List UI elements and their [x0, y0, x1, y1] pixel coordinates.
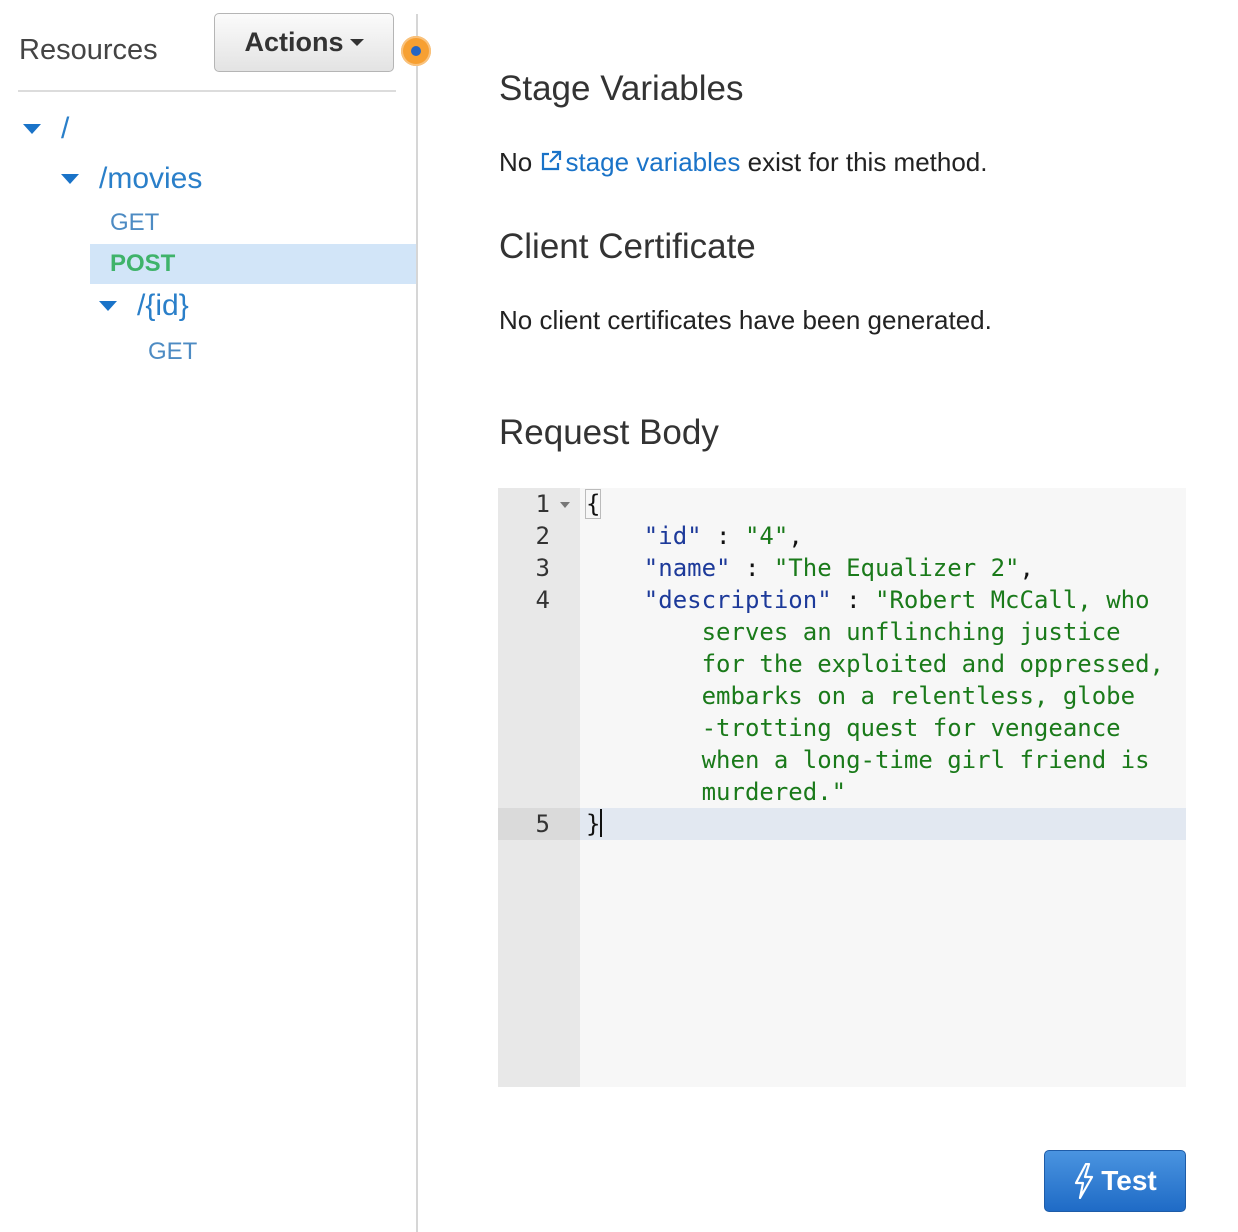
code-token: }	[586, 810, 601, 838]
method-get-id[interactable]: GET	[148, 338, 197, 366]
stage-variables-heading: Stage Variables	[499, 69, 744, 108]
stage-variables-link[interactable]: stage variables	[539, 147, 740, 177]
tree-node-movies[interactable]: /movies	[61, 162, 202, 196]
code-token: when a long-time girl friend is	[701, 746, 1150, 774]
code-token: -trotting quest for vengeance	[701, 714, 1121, 742]
code-token: serves an unflinching justice	[701, 618, 1121, 646]
resources-title: Resources	[19, 34, 158, 66]
code-token: "Robert McCall, who	[875, 586, 1150, 614]
expand-triangle-icon[interactable]	[23, 124, 41, 134]
line-number: 5	[535, 810, 550, 838]
line-number: 4	[535, 586, 550, 614]
code-token: {	[584, 489, 602, 519]
request-body-heading: Request Body	[499, 413, 719, 452]
expand-triangle-icon[interactable]	[61, 174, 79, 184]
client-certificate-heading: Client Certificate	[499, 227, 756, 266]
code-token: "description"	[643, 586, 832, 614]
lightning-icon	[1075, 1163, 1094, 1199]
pane-divider[interactable]	[416, 14, 418, 1232]
code-token: murdered."	[701, 778, 847, 806]
code-token: "The Equalizer 2"	[773, 554, 1020, 582]
actions-button[interactable]: Actions	[214, 13, 394, 72]
tree-node-id[interactable]: /{id}	[99, 289, 189, 323]
chevron-down-icon	[349, 39, 364, 46]
code-token: "name"	[643, 554, 731, 582]
tree-node-root[interactable]: /	[23, 112, 69, 146]
resize-handle-icon[interactable]	[401, 36, 431, 66]
method-get-movies[interactable]: GET	[110, 209, 159, 237]
divider	[18, 90, 396, 92]
code-token: for the exploited and oppressed,	[701, 650, 1164, 678]
expand-triangle-icon[interactable]	[99, 301, 117, 311]
resources-pane: Resources Actions / /movies GET POST /{i…	[0, 0, 416, 1232]
code-token: "id"	[643, 522, 702, 550]
actions-label: Actions	[244, 27, 344, 57]
line-numbers: 1 2 3 4 5	[498, 488, 580, 1087]
resource-root-label: /	[61, 112, 70, 145]
code-token: "4"	[744, 522, 789, 550]
method-post-movies[interactable]: POST	[110, 250, 175, 278]
resource-movies-label: /movies	[99, 162, 203, 195]
text-cursor	[600, 809, 603, 837]
client-certificate-text: No client certificates have been generat…	[499, 305, 992, 335]
request-body-editor[interactable]: 1 2 3 4 5 { "id" : "4", "name" : "The Eq…	[498, 488, 1186, 1087]
code-content[interactable]: { "id" : "4", "name" : "The Equalizer 2"…	[584, 488, 1164, 840]
test-button[interactable]: Test	[1044, 1150, 1186, 1212]
external-link-icon	[542, 150, 562, 171]
stage-variables-text: No stage variables exist for this method…	[499, 147, 988, 178]
line-number: 2	[535, 522, 550, 550]
line-number: 3	[535, 554, 550, 582]
resource-id-label: /{id}	[137, 289, 189, 322]
stage-variables-link-text: stage variables	[565, 147, 741, 177]
code-token: embarks on a relentless, globe	[701, 682, 1136, 710]
test-button-label: Test	[1101, 1165, 1157, 1196]
stage-variables-suffix: exist for this method.	[747, 147, 988, 177]
stage-variables-prefix: No	[499, 147, 533, 177]
fold-arrow-icon[interactable]	[560, 502, 570, 508]
line-number: 1	[535, 490, 550, 518]
